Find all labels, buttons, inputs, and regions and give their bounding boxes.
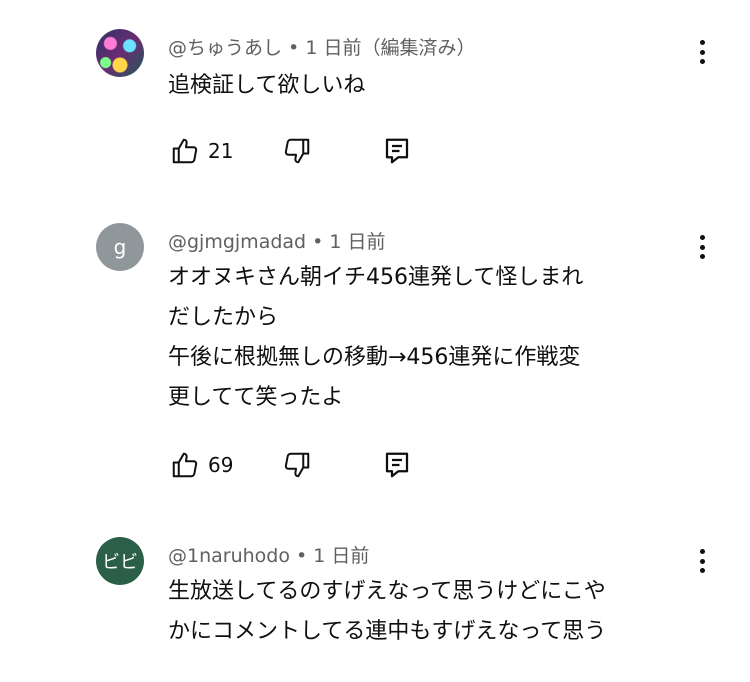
- like-button[interactable]: 69: [170, 450, 233, 480]
- author-name[interactable]: @gjmgjmadad: [168, 231, 306, 253]
- author-name[interactable]: @ちゅうあし: [168, 37, 282, 59]
- comment-text: 追検証して欲しいね: [168, 73, 366, 98]
- reply-icon: [385, 138, 409, 164]
- reply-icon: [385, 452, 409, 478]
- like-count: 69: [208, 453, 234, 477]
- comment-header: @gjmgjmadad • 1 日前: [168, 231, 386, 253]
- avatar[interactable]: ビビ: [96, 537, 144, 585]
- like-count: 21: [208, 139, 234, 163]
- edited-label: （編集済み）: [361, 37, 476, 59]
- thumb-down-icon: [284, 138, 310, 164]
- timestamp[interactable]: 1 日前: [305, 37, 361, 59]
- dislike-button[interactable]: [282, 136, 312, 166]
- like-button[interactable]: 21: [170, 136, 233, 166]
- more-options-icon[interactable]: [690, 37, 714, 67]
- reply-button[interactable]: [382, 450, 412, 480]
- comment-text: 生放送してるのすげえなって思うけどにこや かにコメントしてる連中もすげえなって思…: [168, 579, 607, 644]
- more-options-icon[interactable]: [690, 546, 714, 576]
- avatar[interactable]: [96, 29, 144, 77]
- thumb-up-icon: [172, 138, 198, 164]
- more-options-icon[interactable]: [690, 232, 714, 262]
- comment-header: @1naruhodo • 1 日前: [168, 545, 370, 567]
- dislike-button[interactable]: [282, 450, 312, 480]
- comment-text: オオヌキさん朝イチ456連発して怪しまれ だしたから 午後に根拠無しの移動→45…: [168, 265, 584, 410]
- author-name[interactable]: @1naruhodo: [168, 545, 290, 567]
- thumb-up-icon: [172, 452, 198, 478]
- comment-header: @ちゅうあし • 1 日前（編集済み）: [168, 37, 476, 59]
- reply-button[interactable]: [382, 136, 412, 166]
- timestamp[interactable]: 1 日前: [313, 545, 369, 567]
- timestamp[interactable]: 1 日前: [329, 231, 385, 253]
- thumb-down-icon: [284, 452, 310, 478]
- avatar[interactable]: g: [96, 223, 144, 271]
